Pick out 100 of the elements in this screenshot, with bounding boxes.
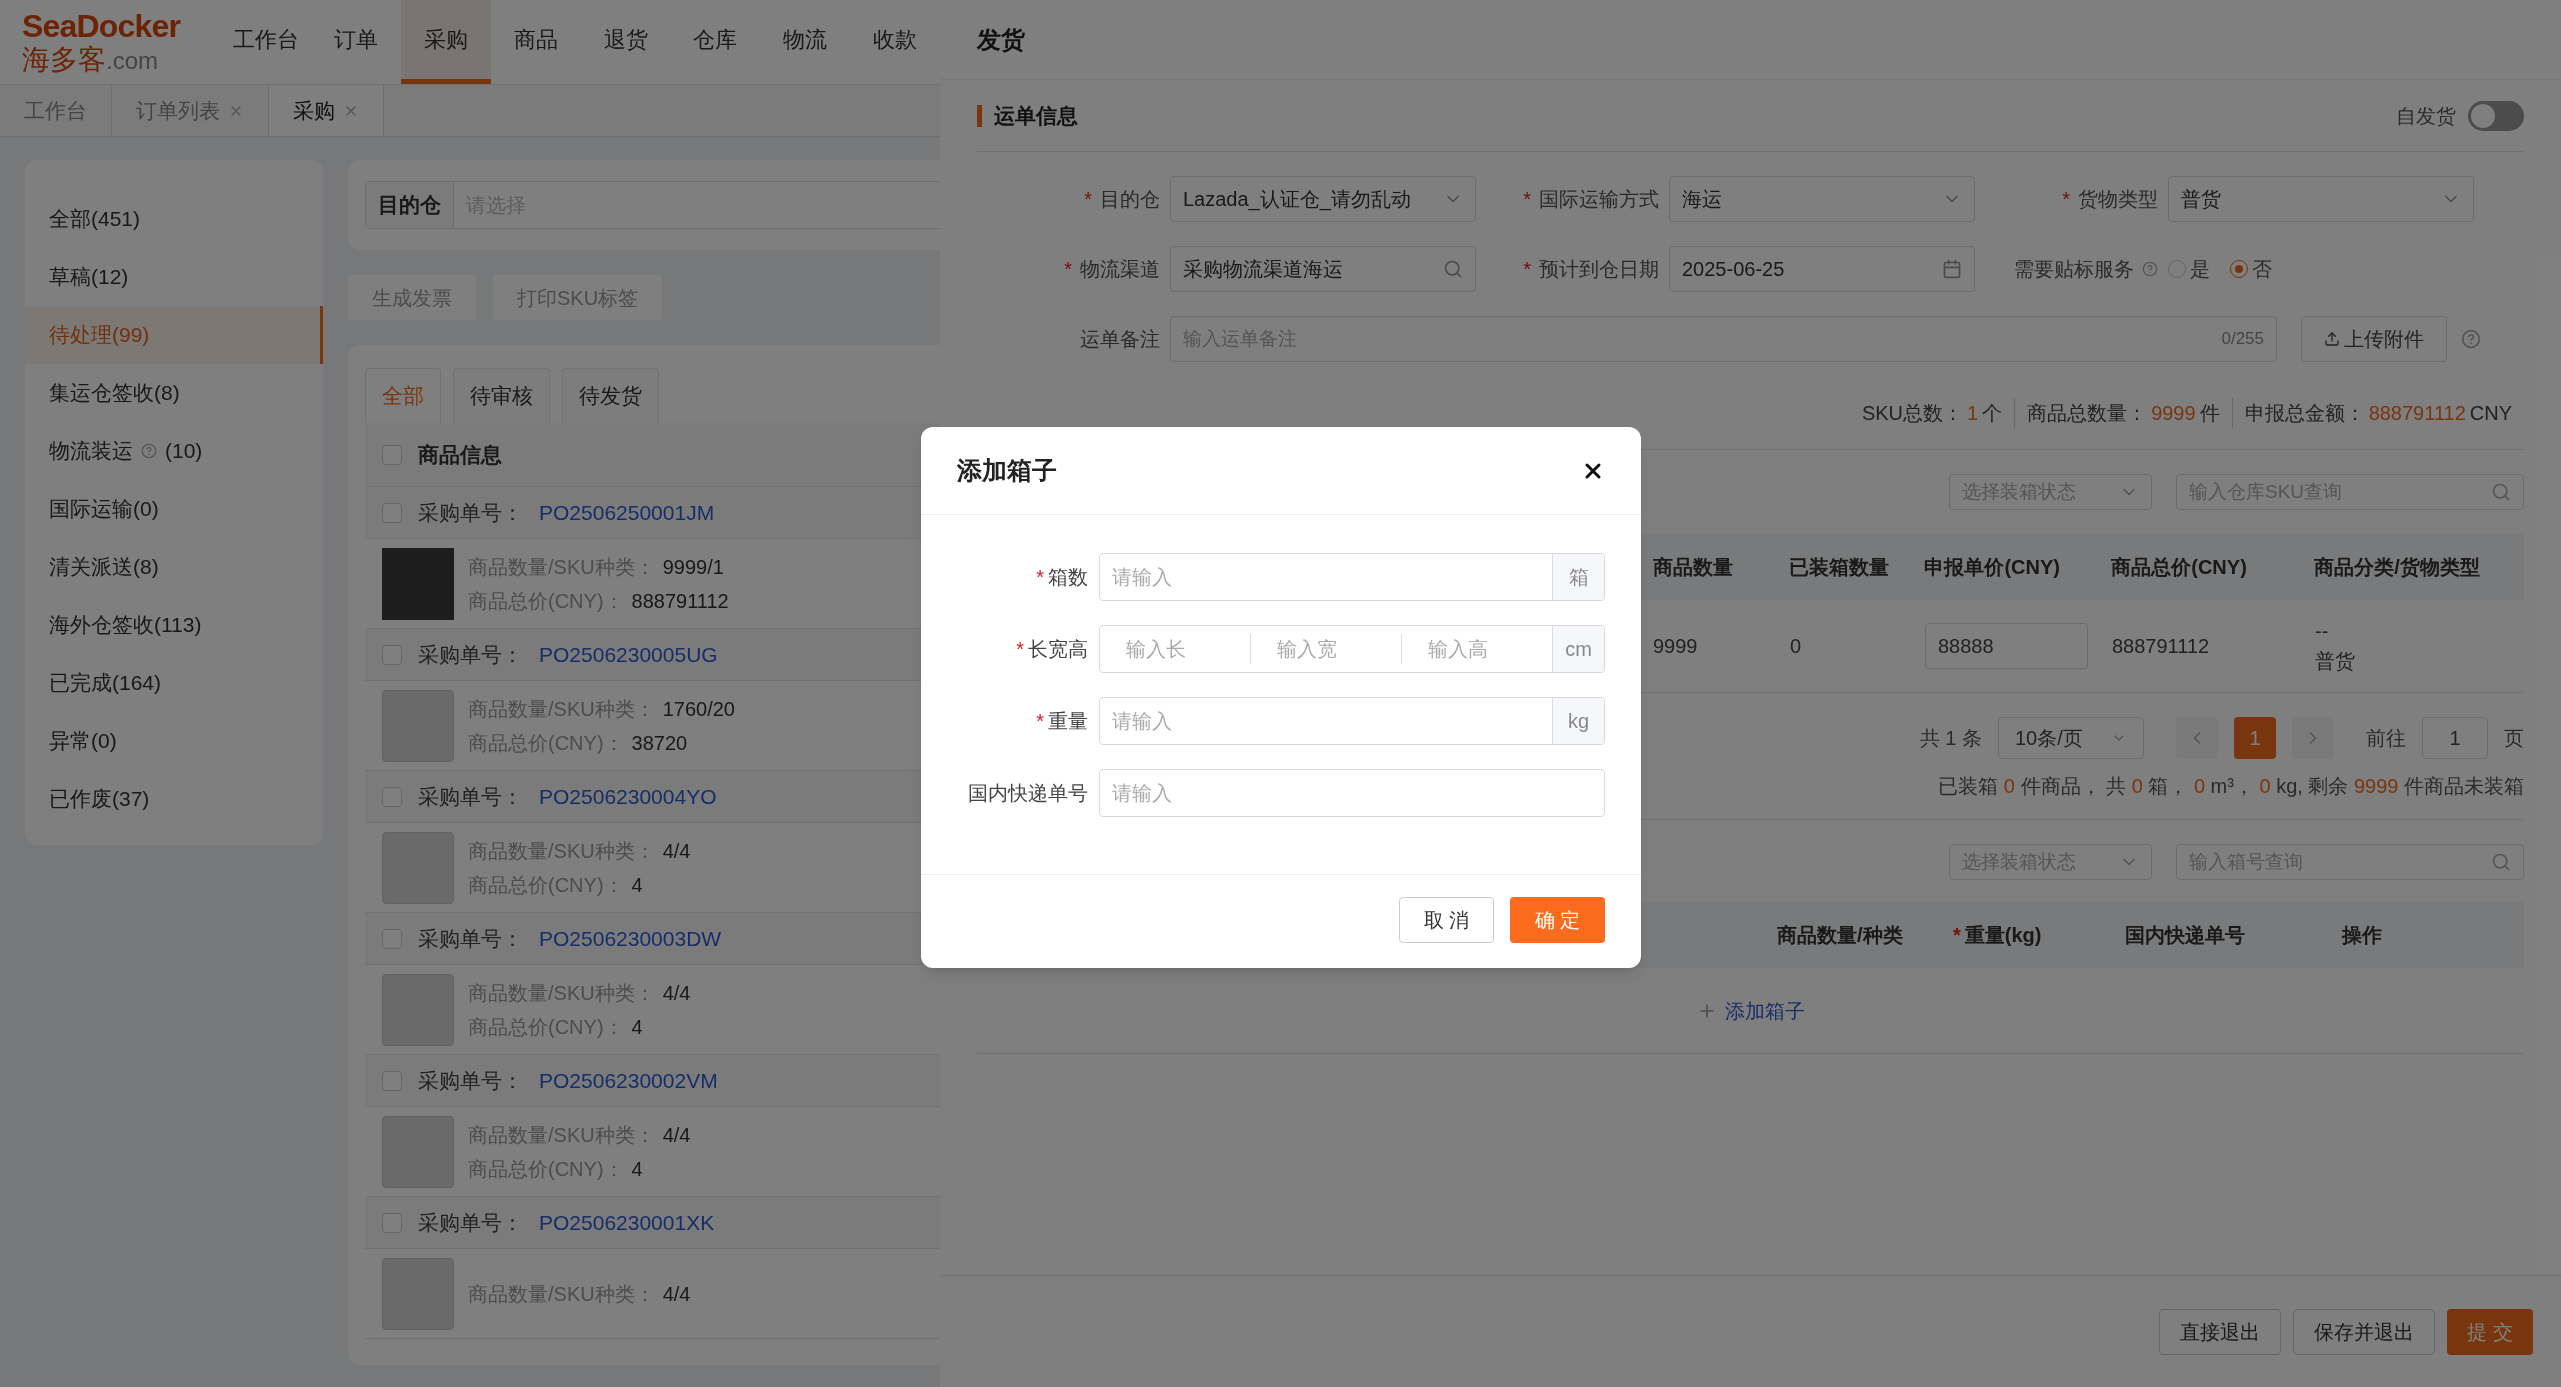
sidebar-item[interactable]: 集运仓签收(8) bbox=[25, 364, 323, 422]
dimensions-field[interactable]: 输入长 输入宽 输入高 cm bbox=[1099, 625, 1605, 673]
section-marker bbox=[977, 104, 982, 127]
checkbox[interactable] bbox=[382, 502, 402, 523]
status-tab[interactable]: 全部 bbox=[365, 368, 441, 423]
next-page-button[interactable] bbox=[2292, 717, 2334, 759]
summary-label: 申报总金额： bbox=[2244, 400, 2365, 426]
sidebar-item[interactable]: 全部(451) bbox=[25, 190, 323, 248]
checkbox[interactable] bbox=[382, 1212, 402, 1233]
required-mark: * bbox=[1523, 187, 1531, 212]
select-field[interactable]: 普货 bbox=[2168, 176, 2474, 222]
sidebar-item[interactable]: 清关派送(8) bbox=[25, 538, 323, 596]
order-number-link[interactable]: PO2506230003DW bbox=[539, 922, 722, 955]
nav-tab[interactable]: 仓库 bbox=[670, 0, 761, 84]
select-field[interactable]: Lazada_认证仓_请勿乱动 bbox=[1170, 176, 1476, 222]
nav-tab[interactable]: 工作台 bbox=[221, 0, 312, 84]
sidebar-item[interactable]: 已完成(164) bbox=[25, 654, 323, 712]
sidebar-item[interactable]: 异常(0) bbox=[25, 712, 323, 770]
upload-icon bbox=[2324, 331, 2340, 347]
goto-label: 前往 bbox=[2366, 726, 2406, 751]
goto-unit: 页 bbox=[2504, 726, 2524, 751]
checkbox[interactable] bbox=[382, 786, 402, 807]
column-header: 商品数量/种类 bbox=[1777, 923, 1903, 948]
footer-button[interactable]: 保存并退出 bbox=[2293, 1308, 2436, 1355]
field-label: 箱数 bbox=[1048, 565, 1088, 590]
page-tab[interactable]: 采购 bbox=[269, 85, 384, 136]
sidebar-item[interactable]: 草稿(12) bbox=[25, 248, 323, 306]
order-number-link[interactable]: PO2506250001JM bbox=[539, 496, 715, 529]
calendar-icon bbox=[1942, 259, 1962, 279]
goto-page-input[interactable]: 1 bbox=[2422, 717, 2488, 759]
search-field[interactable]: 采购物流渠道海运 bbox=[1170, 246, 1476, 292]
prev-page-button[interactable] bbox=[2176, 717, 2218, 759]
table-cell-text: -- bbox=[2315, 619, 2330, 644]
radio-option[interactable]: 是 bbox=[2168, 254, 2210, 284]
field-label: 预计到仓日期 bbox=[1539, 257, 1659, 282]
sidebar-item[interactable]: 待处理(99) bbox=[25, 306, 323, 364]
column-header: 操作 bbox=[2342, 923, 2382, 948]
logo[interactable]: SeaDocker 海多客.com bbox=[0, 0, 222, 84]
status-tab[interactable]: 待审核 bbox=[453, 368, 550, 423]
sidebar-item[interactable]: 国际运输(0) bbox=[25, 480, 323, 538]
help-icon[interactable] bbox=[2461, 329, 2481, 349]
total-value: 888791112 bbox=[631, 588, 729, 614]
toggle-switch[interactable] bbox=[2468, 100, 2524, 131]
footer-button[interactable]: 直接退出 bbox=[2159, 1308, 2282, 1355]
help-icon[interactable] bbox=[2142, 261, 2158, 277]
column-header: 商品信息 bbox=[418, 441, 502, 468]
cancel-button[interactable]: 取 消 bbox=[1399, 896, 1494, 943]
checkbox[interactable] bbox=[382, 644, 402, 665]
table-cell-text: 9999 bbox=[1653, 634, 1699, 659]
total-value: 4 bbox=[631, 872, 643, 898]
footer-button[interactable]: 提 交 bbox=[2447, 1308, 2533, 1355]
page-size-select[interactable]: 10条/页 bbox=[1998, 717, 2144, 759]
input-field[interactable]: 请输入 bbox=[1099, 769, 1605, 817]
field-label: 国内快递单号 bbox=[968, 781, 1088, 806]
checkbox[interactable] bbox=[382, 1070, 402, 1091]
upload-button[interactable]: 上传附件 bbox=[2301, 316, 2447, 362]
column-header: 已装箱数量 bbox=[1789, 555, 1891, 580]
table-cell-text: 0 bbox=[1790, 634, 1803, 659]
date-field[interactable]: 2025-06-25 bbox=[1669, 246, 1975, 292]
sidebar-item[interactable]: 已作废(37) bbox=[25, 770, 323, 828]
quantity-value: 4/4 bbox=[662, 1281, 691, 1307]
input-field[interactable]: 请输入 箱 bbox=[1099, 553, 1605, 601]
order-number-link[interactable]: PO2506230001XK bbox=[539, 1206, 715, 1239]
nav-tab[interactable]: 退货 bbox=[580, 0, 671, 84]
checkbox[interactable] bbox=[382, 444, 402, 465]
status-tab[interactable]: 待发货 bbox=[562, 368, 659, 423]
nav-tab[interactable]: 收款 bbox=[850, 0, 940, 84]
order-number-link[interactable]: PO2506230002VM bbox=[539, 1064, 718, 1097]
confirm-button[interactable]: 确 定 bbox=[1510, 896, 1605, 943]
input-field[interactable]: 请输入 kg bbox=[1099, 697, 1605, 745]
summary-unit: 件 bbox=[2199, 400, 2220, 426]
price-input[interactable]: 88888 bbox=[1925, 623, 2088, 669]
add-box-link[interactable]: 添加箱子 bbox=[1696, 995, 1805, 1026]
page-button[interactable]: 1 bbox=[2234, 717, 2276, 759]
field-label: 物流渠道 bbox=[1080, 257, 1160, 282]
page-tab[interactable]: 工作台 bbox=[0, 85, 112, 136]
select-field[interactable]: 海运 bbox=[1669, 176, 1975, 222]
order-number-link[interactable]: PO2506230005UG bbox=[539, 638, 718, 671]
help-icon[interactable] bbox=[141, 443, 157, 459]
quantity-value: 4/4 bbox=[662, 980, 691, 1006]
checkbox[interactable] bbox=[382, 928, 402, 949]
table-cell-text: 888791112 bbox=[2112, 634, 2211, 659]
search-icon bbox=[1443, 259, 1463, 279]
field-label: 目的仓 bbox=[1100, 187, 1160, 212]
field-label: 货物类型 bbox=[2078, 187, 2158, 212]
required-mark: * bbox=[1036, 709, 1044, 734]
radio-option[interactable]: 否 bbox=[2230, 254, 2272, 284]
nav-tab[interactable]: 采购 bbox=[401, 0, 491, 84]
field-label: 需要贴标服务 bbox=[2014, 257, 2134, 282]
nav-tab[interactable]: 物流 bbox=[760, 0, 851, 84]
sidebar-item[interactable]: 物流装运 (10) bbox=[25, 422, 323, 480]
total-value: 4 bbox=[631, 1156, 643, 1182]
order-number-label: 采购单号： bbox=[418, 1067, 523, 1094]
search-icon bbox=[2491, 482, 2511, 502]
dialog-title: 添加箱子 bbox=[957, 454, 1057, 486]
sidebar-item[interactable]: 海外仓签收(113) bbox=[25, 596, 323, 654]
field-label: 国际运输方式 bbox=[1539, 187, 1659, 212]
required-mark: * bbox=[1036, 565, 1044, 590]
quantity-value: 4/4 bbox=[662, 838, 691, 864]
order-number-link[interactable]: PO2506230004YO bbox=[539, 780, 717, 813]
